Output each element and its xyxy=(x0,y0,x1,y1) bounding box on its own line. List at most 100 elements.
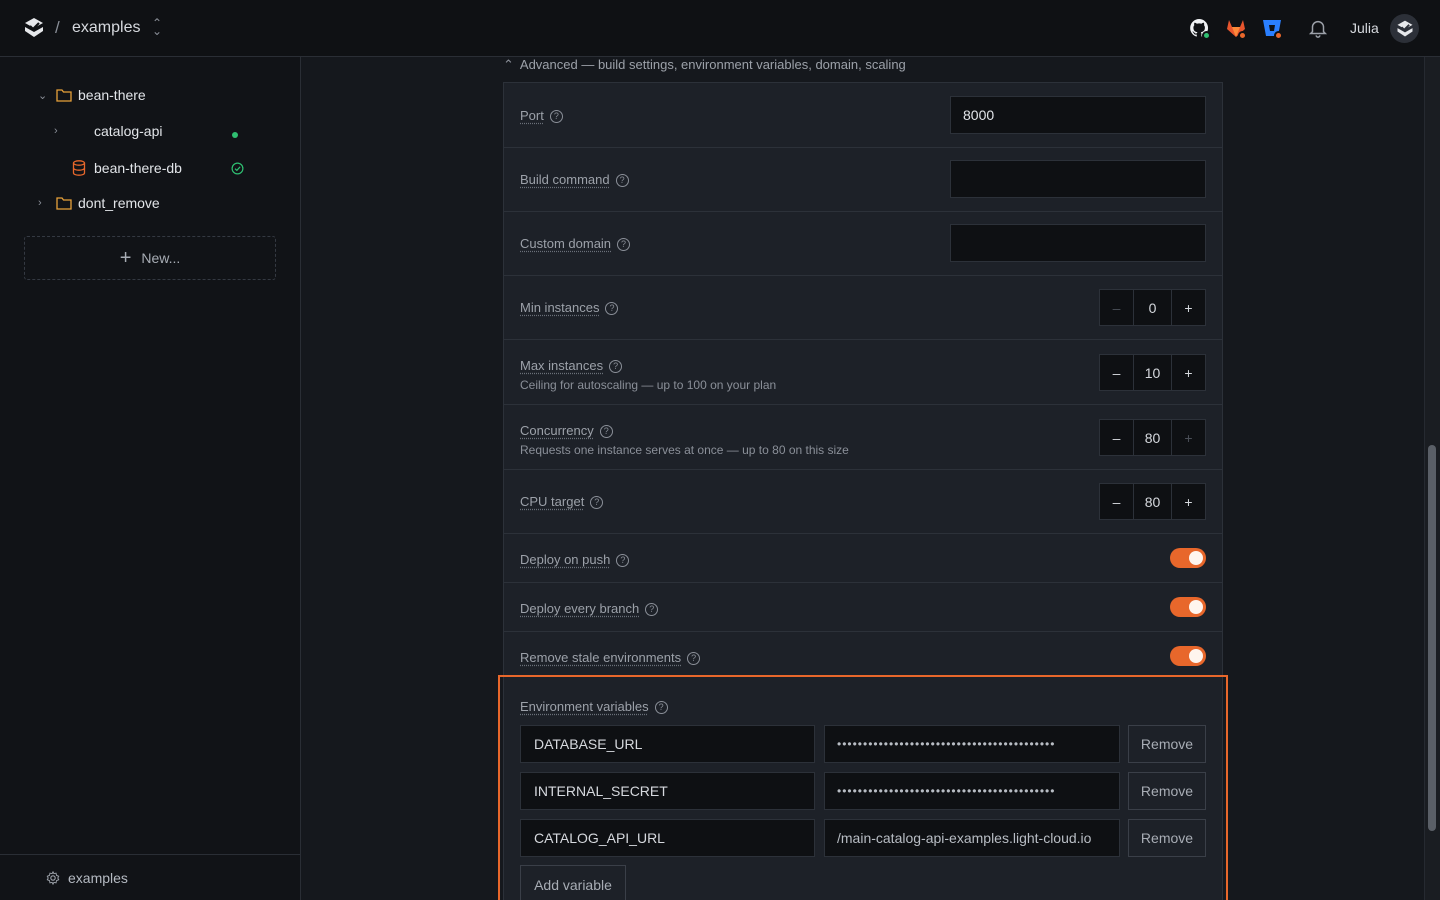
scrollbar-thumb[interactable] xyxy=(1428,445,1436,831)
increment-button[interactable]: + xyxy=(1172,484,1205,519)
increment-button[interactable]: + xyxy=(1172,355,1205,390)
bell-icon[interactable] xyxy=(1307,17,1329,39)
port-row: Port? 8000 xyxy=(504,83,1222,148)
custom-domain-label: Custom domain? xyxy=(520,236,631,251)
help-icon[interactable]: ? xyxy=(687,652,701,665)
help-icon[interactable]: ? xyxy=(617,238,631,251)
app-logo-icon[interactable] xyxy=(22,16,46,40)
tree-item-label: bean-there xyxy=(78,87,146,103)
tree-item-catalog-api[interactable]: › catalog-api xyxy=(54,123,163,139)
cpu-target-row: CPU target? – 80 + xyxy=(504,470,1222,534)
gitlab-status-dot xyxy=(1238,31,1247,40)
concurrency-row: Concurrency? Requests one instance serve… xyxy=(504,405,1222,470)
deploy-every-branch-label: Deploy every branch? xyxy=(520,601,659,616)
decrement-button[interactable]: – xyxy=(1100,290,1133,325)
github-status-dot xyxy=(1202,31,1211,40)
cpu-target-label: CPU target? xyxy=(520,494,604,509)
build-command-input[interactable] xyxy=(950,160,1206,198)
concurrency-label: Concurrency? xyxy=(520,423,613,438)
env-value-input[interactable]: ••••••••••••••••••••••••••••••••••••••••… xyxy=(824,772,1120,810)
custom-domain-row: Custom domain? xyxy=(504,212,1222,276)
new-label: New... xyxy=(141,250,181,266)
tree-item-label: bean-there-db xyxy=(94,160,182,176)
plus-icon: + xyxy=(119,247,132,269)
help-icon[interactable]: ? xyxy=(549,110,563,123)
tree-item-label: catalog-api xyxy=(94,123,163,139)
help-icon[interactable]: ? xyxy=(605,302,619,315)
stepper-value[interactable]: 0 xyxy=(1133,290,1172,325)
env-key-input[interactable]: DATABASE_URL xyxy=(520,725,815,763)
project-name[interactable]: examples xyxy=(72,19,140,37)
help-icon[interactable]: ? xyxy=(645,603,659,616)
help-icon[interactable]: ? xyxy=(615,174,629,187)
env-key-input[interactable]: INTERNAL_SECRET xyxy=(520,772,815,810)
decrement-button[interactable]: – xyxy=(1100,355,1133,390)
chevron-down-icon[interactable]: ⌄ xyxy=(38,89,50,102)
deploy-on-push-toggle[interactable] xyxy=(1170,548,1206,568)
main-content: ⌃ Advanced — build settings, environment … xyxy=(301,57,1440,900)
decrement-button[interactable]: – xyxy=(1100,484,1133,519)
help-icon[interactable]: ? xyxy=(654,701,668,714)
chevron-updown-icon[interactable]: ⌃ ⌄ xyxy=(152,17,162,37)
max-instances-row: Max instances? Ceiling for autoscaling —… xyxy=(504,340,1222,405)
running-status-dot xyxy=(232,132,238,138)
folder-icon xyxy=(56,197,72,210)
remove-stale-label: Remove stale environments? xyxy=(520,650,701,665)
env-value-input[interactable]: ••••••••••••••••••••••••••••••••••••••••… xyxy=(824,725,1120,763)
bitbucket-status-dot xyxy=(1274,31,1283,40)
increment-button[interactable]: + xyxy=(1172,290,1205,325)
chevron-right-icon[interactable]: › xyxy=(38,197,50,209)
deploy-every-branch-row: Deploy every branch? xyxy=(504,583,1222,632)
remove-stale-toggle[interactable] xyxy=(1170,646,1206,666)
max-instances-hint: Ceiling for autoscaling — up to 100 on y… xyxy=(520,378,777,392)
gear-icon xyxy=(46,870,60,885)
concurrency-stepper: – 80 + xyxy=(1099,419,1206,456)
new-button[interactable]: + New... xyxy=(24,236,276,280)
stepper-value[interactable]: 80 xyxy=(1133,484,1172,519)
avatar-logo-icon xyxy=(1397,20,1412,36)
help-icon[interactable]: ? xyxy=(590,496,604,509)
tree-item-bean-there[interactable]: ⌄ bean-there xyxy=(38,87,146,103)
add-variable-button[interactable]: Add variable xyxy=(520,865,626,900)
remove-button[interactable]: Remove xyxy=(1128,725,1206,763)
tree-item-bean-there-db[interactable]: bean-there-db xyxy=(72,160,182,176)
remove-button[interactable]: Remove xyxy=(1128,819,1206,857)
port-input[interactable]: 8000 xyxy=(950,96,1206,134)
min-instances-label: Min instances? xyxy=(520,300,619,315)
top-bar: / examples ⌃ ⌄ Julia xyxy=(0,0,1440,57)
tree-item-label: dont_remove xyxy=(78,195,160,211)
env-value-input[interactable]: /main-catalog-api-examples.light-cloud.i… xyxy=(824,819,1120,857)
stepper-value[interactable]: 10 xyxy=(1133,355,1172,390)
min-instances-row: Min instances? – 0 + xyxy=(504,276,1222,340)
increment-button[interactable]: + xyxy=(1172,420,1205,455)
max-instances-label: Max instances? xyxy=(520,358,623,373)
concurrency-hint: Requests one instance serves at once — u… xyxy=(520,443,849,457)
cpu-target-stepper: – 80 + xyxy=(1099,483,1206,520)
custom-domain-input[interactable] xyxy=(950,224,1206,262)
min-instances-stepper: – 0 + xyxy=(1099,289,1206,326)
help-icon[interactable]: ? xyxy=(599,425,613,438)
stepper-value[interactable]: 80 xyxy=(1133,420,1172,455)
advanced-label: Advanced — build settings, environment v… xyxy=(519,57,906,72)
tree-item-dont-remove[interactable]: › dont_remove xyxy=(38,195,160,211)
advanced-section-header[interactable]: ⌃ Advanced — build settings, environment … xyxy=(503,57,906,73)
chevron-up-icon: ⌃ xyxy=(503,57,514,72)
sidebar: ⌄ bean-there › catalog-api bean-there-db… xyxy=(0,57,301,900)
deploy-on-push-row: Deploy on push? xyxy=(504,534,1222,583)
workspace-label: examples xyxy=(68,869,128,886)
decrement-button[interactable]: – xyxy=(1100,420,1133,455)
workspace-settings[interactable]: examples xyxy=(0,854,300,900)
user-name[interactable]: Julia xyxy=(1350,20,1379,36)
deploy-every-branch-toggle[interactable] xyxy=(1170,597,1206,617)
avatar[interactable] xyxy=(1390,14,1419,43)
breadcrumb-separator: / xyxy=(55,18,60,37)
help-icon[interactable]: ? xyxy=(609,360,623,373)
remove-button[interactable]: Remove xyxy=(1128,772,1206,810)
max-instances-stepper: – 10 + xyxy=(1099,354,1206,391)
help-icon[interactable]: ? xyxy=(616,554,630,567)
env-variables-label: Environment variables? xyxy=(520,699,668,714)
build-command-row: Build command? xyxy=(504,148,1222,212)
chevron-right-icon[interactable]: › xyxy=(54,125,66,137)
port-label: Port? xyxy=(520,108,563,123)
env-key-input[interactable]: CATALOG_API_URL xyxy=(520,819,815,857)
